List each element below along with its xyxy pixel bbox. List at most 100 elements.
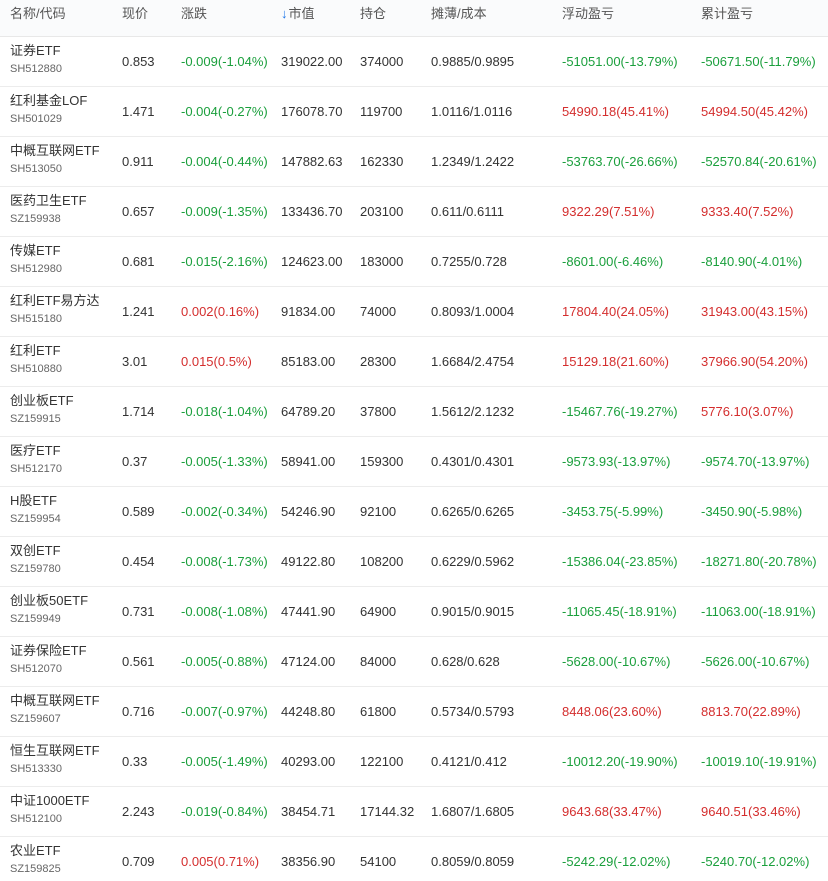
fund-code: SZ159607	[10, 713, 61, 725]
table-row[interactable]: 农业ETF SZ159825 0.709 0.005(0.71%) 38356.90 54…	[0, 837, 828, 881]
total-pl-value: -8140.90(-4.01%)	[701, 254, 803, 269]
name-cell[interactable]: 中概互联网ETF SH513050	[10, 142, 100, 178]
cost-value: 0.8093/1.0004	[431, 304, 515, 319]
fund-name[interactable]: 证券保险ETF	[10, 642, 87, 660]
total-pl-value: -5626.00(-10.67%)	[701, 654, 810, 669]
column-header-name[interactable]: 名称/代码	[10, 0, 66, 36]
name-cell[interactable]: 传媒ETF SH512980	[10, 242, 62, 278]
table-row[interactable]: 创业板50ETF SZ159949 0.731 -0.008(-1.08%) 47441…	[0, 587, 828, 637]
fund-name[interactable]: 恒生互联网ETF	[10, 742, 100, 760]
cost-value: 0.7255/0.728	[431, 254, 507, 269]
name-cell[interactable]: H股ETF SZ159954	[10, 492, 61, 528]
floating-pl-value: -5242.29(-12.02%)	[562, 854, 671, 869]
name-cell[interactable]: 红利基金LOF SH501029	[10, 92, 87, 128]
fund-name[interactable]: 中证1000ETF	[10, 792, 89, 810]
column-header-market-value[interactable]: ↓市值	[281, 0, 315, 36]
table-row[interactable]: 中概互联网ETF SZ159607 0.716 -0.007(-0.97%) 44248…	[0, 687, 828, 737]
name-cell[interactable]: 证券ETF SH512880	[10, 42, 62, 78]
name-cell[interactable]: 红利ETF易方达 SH515180	[10, 292, 100, 328]
price-value: 0.33	[122, 754, 148, 769]
floating-pl-value: 15129.18(21.60%)	[562, 354, 669, 369]
fund-name[interactable]: 医疗ETF	[10, 442, 62, 460]
holding-value: 92100	[360, 504, 397, 519]
fund-name[interactable]: 农业ETF	[10, 842, 61, 860]
name-cell[interactable]: 农业ETF SZ159825	[10, 842, 61, 878]
table-row[interactable]: 传媒ETF SH512980 0.681 -0.015(-2.16%) 124623.0…	[0, 237, 828, 287]
name-cell[interactable]: 证券保险ETF SH512070	[10, 642, 87, 678]
fund-name[interactable]: 证券ETF	[10, 42, 62, 60]
floating-pl-value: -9573.93(-13.97%)	[562, 454, 671, 469]
table-row[interactable]: 双创ETF SZ159780 0.454 -0.008(-1.73%) 49122.80…	[0, 537, 828, 587]
floating-pl-value: -3453.75(-5.99%)	[562, 504, 664, 519]
name-cell[interactable]: 中证1000ETF SH512100	[10, 792, 89, 828]
market-value: 85183.00	[281, 354, 336, 369]
fund-code: SZ159954	[10, 513, 61, 525]
fund-code: SZ159938	[10, 213, 61, 225]
floating-pl-value: 17804.40(24.05%)	[562, 304, 669, 319]
name-cell[interactable]: 中概互联网ETF SZ159607	[10, 692, 100, 728]
fund-name[interactable]: 创业板ETF	[10, 392, 74, 410]
table-row[interactable]: 医药卫生ETF SZ159938 0.657 -0.009(-1.35%) 133436…	[0, 187, 828, 237]
change-value: -0.005(-1.49%)	[181, 754, 268, 769]
name-cell[interactable]: 创业板50ETF SZ159949	[10, 592, 88, 628]
cost-value: 1.6684/2.4754	[431, 354, 515, 369]
table-row[interactable]: H股ETF SZ159954 0.589 -0.002(-0.34%) 54246.90…	[0, 487, 828, 537]
fund-name[interactable]: 中概互联网ETF	[10, 692, 100, 710]
change-value: -0.005(-1.33%)	[181, 454, 268, 469]
fund-name[interactable]: H股ETF	[10, 492, 61, 510]
price-value: 0.561	[122, 654, 155, 669]
fund-name[interactable]: 红利ETF易方达	[10, 292, 100, 310]
arrow-down-icon: ↓	[281, 6, 288, 21]
table-row[interactable]: 医疗ETF SH512170 0.37 -0.005(-1.33%) 58941.00 1…	[0, 437, 828, 487]
cost-value: 0.9015/0.9015	[431, 604, 515, 619]
fund-name[interactable]: 双创ETF	[10, 542, 61, 560]
name-cell[interactable]: 医药卫生ETF SZ159938	[10, 192, 87, 228]
table-row[interactable]: 恒生互联网ETF SH513330 0.33 -0.005(-1.49%) 40293.…	[0, 737, 828, 787]
floating-pl-value: -8601.00(-6.46%)	[562, 254, 664, 269]
name-cell[interactable]: 双创ETF SZ159780	[10, 542, 61, 578]
column-header-total-pl[interactable]: 累计盈亏	[701, 0, 753, 36]
name-cell[interactable]: 医疗ETF SH512170	[10, 442, 62, 478]
fund-code: SH512170	[10, 463, 62, 475]
column-header-floating-pl[interactable]: 浮动盈亏	[562, 0, 614, 36]
name-cell[interactable]: 创业板ETF SZ159915	[10, 392, 74, 428]
table-row[interactable]: 中证1000ETF SH512100 2.243 -0.019(-0.84%) 3845…	[0, 787, 828, 837]
name-cell[interactable]: 恒生互联网ETF SH513330	[10, 742, 100, 778]
fund-code: SH513050	[10, 163, 62, 175]
fund-name[interactable]: 红利基金LOF	[10, 92, 87, 110]
fund-name[interactable]: 创业板50ETF	[10, 592, 88, 610]
column-header-cost[interactable]: 摊薄/成本	[431, 0, 487, 36]
table-row[interactable]: 证券保险ETF SH512070 0.561 -0.005(-0.88%) 47124.…	[0, 637, 828, 687]
table-row[interactable]: 中概互联网ETF SH513050 0.911 -0.004(-0.44%) 14788…	[0, 137, 828, 187]
fund-name[interactable]: 医药卫生ETF	[10, 192, 87, 210]
fund-code: SZ159825	[10, 863, 61, 875]
table-row[interactable]: 红利基金LOF SH501029 1.471 -0.004(-0.27%) 176078…	[0, 87, 828, 137]
market-value: 38356.90	[281, 854, 336, 869]
market-value: 147882.63	[281, 154, 343, 169]
holding-value: 162330	[360, 154, 404, 169]
fund-name[interactable]: 中概互联网ETF	[10, 142, 100, 160]
price-value: 1.471	[122, 104, 155, 119]
table-row[interactable]: 证券ETF SH512880 0.853 -0.009(-1.04%) 319022.0…	[0, 37, 828, 87]
total-pl-value: -50671.50(-11.79%)	[701, 54, 816, 69]
price-value: 0.853	[122, 54, 155, 69]
fund-name[interactable]: 红利ETF	[10, 342, 62, 360]
change-value: -0.004(-0.27%)	[181, 104, 268, 119]
market-value: 133436.70	[281, 204, 343, 219]
total-pl-value: -52570.84(-20.61%)	[701, 154, 817, 169]
holdings-table: 名称/代码 现价 涨跌 ↓市值 持仓 摊薄/成本 浮动盈亏 累计盈亏 证券ETF…	[0, 0, 828, 881]
holding-value: 54100	[360, 854, 397, 869]
fund-code: SH512070	[10, 663, 62, 675]
table-row[interactable]: 创业板ETF SZ159915 1.714 -0.018(-1.04%) 64789.2…	[0, 387, 828, 437]
column-header-price[interactable]: 现价	[122, 0, 148, 36]
floating-pl-value: 54990.18(45.41%)	[562, 104, 669, 119]
name-cell[interactable]: 红利ETF SH510880	[10, 342, 62, 378]
column-header-change[interactable]: 涨跌	[181, 0, 207, 36]
total-pl-value: 9640.51(33.46%)	[701, 804, 801, 819]
holding-value: 159300	[360, 454, 404, 469]
fund-name[interactable]: 传媒ETF	[10, 242, 62, 260]
table-row[interactable]: 红利ETF SH510880 3.01 0.015(0.5%) 85183.00 2830…	[0, 337, 828, 387]
change-value: -0.004(-0.44%)	[181, 154, 268, 169]
column-header-holding[interactable]: 持仓	[360, 0, 386, 36]
table-row[interactable]: 红利ETF易方达 SH515180 1.241 0.002(0.16%) 91834.0…	[0, 287, 828, 337]
